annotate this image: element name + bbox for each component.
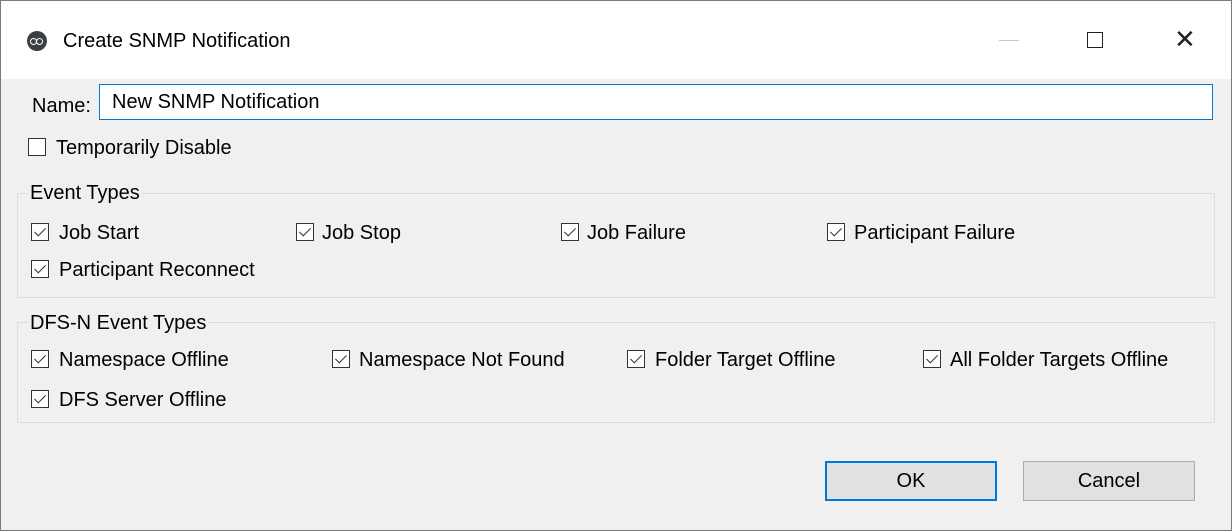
namespace-offline-checkbox[interactable] — [31, 350, 49, 368]
name-input[interactable] — [99, 84, 1213, 120]
job-start-label: Job Start — [59, 222, 140, 244]
temporarily-disable-label: Temporarily Disable — [56, 137, 232, 159]
dfsn-event-types-title: DFS-N Event Types — [28, 311, 209, 335]
minimize-button[interactable] — [967, 15, 1059, 67]
participant-failure-label: Participant Failure — [854, 222, 1016, 244]
all-folder-targets-offline-checkbox[interactable] — [923, 350, 941, 368]
maximize-button[interactable] — [1053, 15, 1145, 67]
participant-reconnect-label: Participant Reconnect — [59, 259, 255, 281]
dfs-server-offline-label: DFS Server Offline — [59, 389, 227, 411]
dialog-title: Create SNMP Notification — [63, 30, 291, 52]
app-icon — [27, 31, 47, 51]
namespace-not-found-checkbox[interactable] — [332, 350, 350, 368]
all-folder-targets-offline-label: All Folder Targets Offline — [950, 349, 1169, 371]
minimize-icon — [999, 40, 1019, 41]
maximize-icon — [1087, 32, 1103, 48]
cancel-button[interactable]: Cancel — [1023, 461, 1195, 501]
namespace-offline-label: Namespace Offline — [59, 349, 229, 371]
name-label: Name: — [32, 95, 91, 117]
event-types-title: Event Types — [28, 181, 142, 205]
dialog-window: Create SNMP Notification ✕ Name: Tempora… — [0, 0, 1232, 531]
dfs-server-offline-checkbox[interactable] — [31, 390, 49, 408]
participant-reconnect-checkbox[interactable] — [31, 260, 49, 278]
namespace-not-found-label: Namespace Not Found — [359, 349, 565, 371]
job-stop-checkbox[interactable] — [296, 223, 314, 241]
job-start-checkbox[interactable] — [31, 223, 49, 241]
folder-target-offline-label: Folder Target Offline — [655, 349, 836, 371]
event-types-group — [17, 193, 1215, 298]
title-bar[interactable]: Create SNMP Notification ✕ — [1, 1, 1231, 79]
job-failure-checkbox[interactable] — [561, 223, 579, 241]
temporarily-disable-checkbox[interactable] — [28, 138, 46, 156]
ok-button[interactable]: OK — [825, 461, 997, 501]
folder-target-offline-checkbox[interactable] — [627, 350, 645, 368]
close-icon: ✕ — [1174, 24, 1196, 54]
close-button[interactable]: ✕ — [1141, 15, 1232, 67]
job-stop-label: Job Stop — [322, 222, 401, 244]
job-failure-label: Job Failure — [587, 222, 686, 244]
participant-failure-checkbox[interactable] — [827, 223, 845, 241]
